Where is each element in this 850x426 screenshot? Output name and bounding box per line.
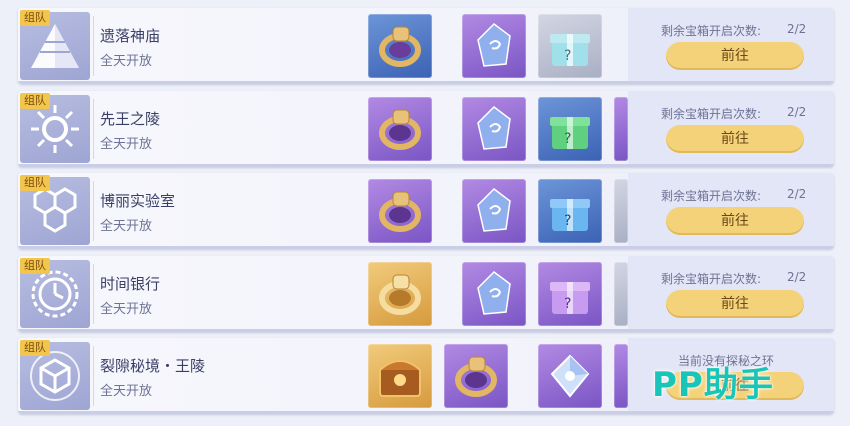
- team-tag: 组队: [20, 175, 50, 191]
- chest-count: 剩余宝箱开启次数: 2/2: [661, 105, 806, 122]
- svg-text:?: ?: [564, 296, 571, 312]
- gem-reward-icon[interactable]: [462, 96, 526, 161]
- extra-reward-icon[interactable]: [614, 96, 628, 161]
- open-time: 全天开放: [100, 384, 153, 399]
- ring-reward-icon[interactable]: [368, 14, 432, 78]
- open-time: 全天开放: [100, 219, 153, 234]
- chest-reward-icon[interactable]: [368, 344, 432, 408]
- ring-reward-icon[interactable]: [368, 261, 432, 326]
- divider: [93, 98, 94, 159]
- divider: [93, 263, 94, 324]
- divider: [93, 16, 94, 76]
- dungeon-title: 裂隙秘境・王陵: [100, 357, 206, 375]
- team-tag: 组队: [20, 10, 50, 26]
- divider: [93, 181, 94, 241]
- clock-icon: [31, 270, 79, 317]
- dungeon-title: 博丽实验室: [100, 192, 176, 210]
- sun-icon: [31, 104, 79, 153]
- open-time: 全天开放: [100, 136, 153, 152]
- ring-reward-icon[interactable]: [368, 96, 432, 161]
- team-tag: 组队: [20, 257, 50, 274]
- extra-reward-icon[interactable]: [614, 261, 628, 326]
- chest-count-value: 2/2: [787, 269, 807, 284]
- extra-reward-icon[interactable]: [614, 344, 628, 408]
- ring-reward-icon[interactable]: [368, 179, 432, 243]
- chest-count-value: 2/2: [787, 22, 807, 36]
- divider: [93, 346, 94, 406]
- dungeon-title: 遗落神庙: [100, 27, 161, 45]
- extra-reward-icon[interactable]: [614, 179, 628, 243]
- status-panel: 剩余宝箱开启次数: 2/2 前往: [628, 90, 834, 164]
- crystal-reward-icon[interactable]: [538, 344, 602, 408]
- dungeon-row: 组队 博丽实验室 全天开放 ? 剩余宝箱开启次数: 2/2 前往: [18, 173, 834, 249]
- watermark-logo: PP助手: [652, 365, 774, 405]
- svg-text:?: ?: [564, 213, 571, 229]
- status-panel: 剩余宝箱开启次数: 2/2 前往: [628, 8, 834, 81]
- chest-count-label: 剩余宝箱开启次数:: [661, 24, 762, 38]
- svg-text:?: ?: [564, 48, 571, 64]
- hexagon-icon: [33, 187, 77, 233]
- chest-count-value: 2/2: [787, 104, 807, 119]
- chest-count-label: 剩余宝箱开启次数:: [661, 271, 762, 286]
- chest-count-value: 2/2: [787, 187, 807, 201]
- dungeon-row: 组队 先王之陵 全天开放 ? 剩余宝箱开启次数: 2/2 前往: [18, 90, 834, 167]
- dungeon-title: 时间银行: [100, 274, 161, 293]
- dungeon-row: 组队 遗落神庙 全天开放 ? 剩余宝箱开启次数: 2/2 前往: [18, 8, 834, 84]
- pyramid-icon: [31, 24, 79, 68]
- go-button[interactable]: 前往: [666, 42, 804, 70]
- team-tag: 组队: [20, 340, 50, 356]
- gem-reward-icon[interactable]: [462, 261, 526, 326]
- status-panel: 剩余宝箱开启次数: 2/2 前往: [628, 173, 834, 246]
- gem-reward-icon[interactable]: [462, 14, 526, 78]
- svg-text:?: ?: [564, 131, 571, 147]
- status-panel: 剩余宝箱开启次数: 2/2 前往: [628, 255, 834, 329]
- giftbox-reward-icon[interactable]: ?: [538, 96, 602, 161]
- chest-count-label: 剩余宝箱开启次数:: [661, 189, 762, 203]
- go-button[interactable]: 前往: [666, 289, 804, 318]
- gem-reward-icon[interactable]: [462, 179, 526, 243]
- chest-count: 剩余宝箱开启次数: 2/2: [661, 22, 806, 39]
- go-button[interactable]: 前往: [666, 124, 804, 153]
- chest-count: 剩余宝箱开启次数: 2/2: [661, 270, 806, 287]
- open-time: 全天开放: [100, 54, 153, 69]
- chest-count: 剩余宝箱开启次数: 2/2: [661, 187, 806, 204]
- team-tag: 组队: [20, 92, 50, 109]
- giftbox-reward-icon[interactable]: ?: [538, 261, 602, 326]
- dungeon-title: 先王之陵: [100, 109, 161, 128]
- chest-count-label: 剩余宝箱开启次数:: [661, 106, 762, 121]
- cube-icon: [30, 351, 80, 401]
- ring-reward-icon[interactable]: [444, 344, 508, 408]
- open-time: 全天开放: [100, 301, 153, 317]
- giftbox-reward-icon[interactable]: ?: [538, 14, 602, 78]
- giftbox-reward-icon[interactable]: ?: [538, 179, 602, 243]
- dungeon-row: 组队 时间银行 全天开放 ? 剩余宝箱开启次数: 2/2 前往: [18, 255, 834, 332]
- go-button[interactable]: 前往: [666, 207, 804, 235]
